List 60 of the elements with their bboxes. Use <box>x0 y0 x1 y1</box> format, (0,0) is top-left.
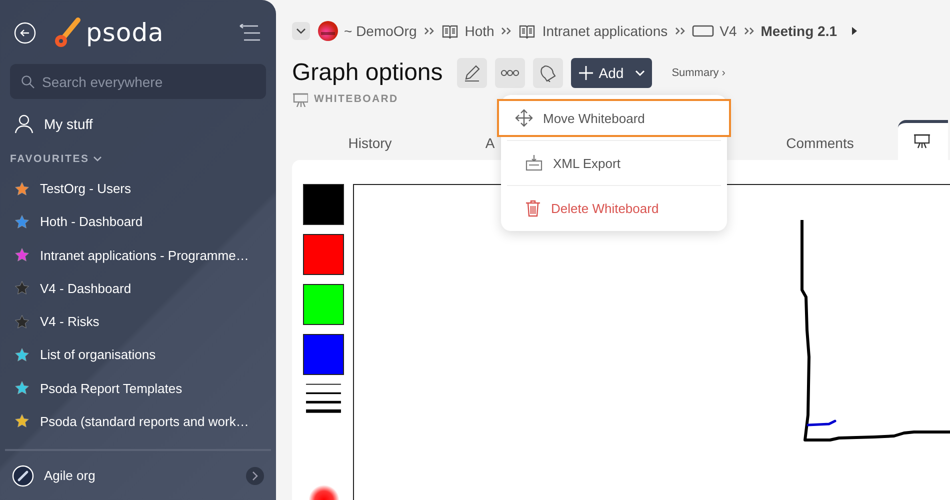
tab[interactable]: History <box>292 126 448 160</box>
collapse-button[interactable] <box>292 22 310 40</box>
separator-icon <box>674 26 686 36</box>
user-icon <box>14 114 34 134</box>
chevron-icon <box>93 156 102 162</box>
more-icon <box>500 69 520 77</box>
favourite-item[interactable]: Psoda (standard reports and work… <box>10 404 266 438</box>
expand-button[interactable] <box>246 466 264 485</box>
move-icon <box>515 109 533 127</box>
whiteboard-icon <box>292 91 308 107</box>
tab[interactable]: Comments <box>742 126 898 160</box>
trash-icon <box>525 199 541 217</box>
favourite-item[interactable]: Hoth - Dashboard <box>10 205 266 239</box>
separator-icon <box>422 26 435 36</box>
breadcrumb-link[interactable]: V4 <box>720 23 737 39</box>
summary-link[interactable]: Summary › <box>672 67 726 79</box>
color-swatch[interactable] <box>303 234 344 275</box>
chevron-icon <box>251 470 259 481</box>
color-swatch[interactable] <box>303 184 344 225</box>
favourite-item[interactable]: Intranet applications - Programme… <box>10 238 266 272</box>
chevron-icon <box>634 69 646 77</box>
search-field[interactable]: Search everywhere <box>10 64 266 100</box>
edit-button[interactable] <box>456 58 487 88</box>
bell-icon <box>538 64 557 82</box>
favourite-item[interactable]: V4 - Risks <box>10 305 266 338</box>
favourite-item[interactable]: Psoda Report Templates <box>10 372 266 405</box>
line-width-icon[interactable] <box>303 383 344 414</box>
favourite-item[interactable]: TestOrg - Users <box>10 172 266 206</box>
breadcrumb-link[interactable]: Intranet applications <box>542 23 668 39</box>
pencil-icon <box>462 64 481 82</box>
add-button[interactable]: Add <box>570 58 652 88</box>
more-button[interactable] <box>494 58 525 88</box>
book-icon <box>440 23 459 39</box>
page-title: Graph options <box>292 59 443 87</box>
logo-icon <box>52 16 82 49</box>
page-type-label: WHITEBOARD <box>314 93 398 105</box>
book-icon <box>518 23 536 39</box>
favourite-item[interactable]: List of organisations <box>10 338 266 372</box>
caret-icon <box>849 26 860 36</box>
avatar <box>318 21 338 41</box>
favourite-item[interactable]: V4 - Dashboard <box>10 272 266 306</box>
bell-button[interactable] <box>532 58 563 88</box>
menu-item[interactable]: Move Whiteboard <box>497 99 731 137</box>
whiteboard-tab[interactable] <box>898 120 948 160</box>
back-icon[interactable] <box>14 22 36 44</box>
chevron-icon <box>296 28 306 34</box>
favourites-header[interactable]: FAVOURITES <box>10 149 266 169</box>
breadcrumb-link[interactable]: Hoth <box>464 23 494 39</box>
download-icon <box>525 154 543 172</box>
plus-icon <box>576 64 595 82</box>
breadcrumb-link[interactable]: ~ DemoOrg <box>344 23 417 39</box>
separator-icon <box>742 26 755 36</box>
logo: psoda <box>86 18 164 48</box>
my-stuff-link[interactable]: My stuff <box>10 107 266 140</box>
organisation-link[interactable]: Agile org <box>44 468 96 484</box>
separator-icon <box>500 26 512 36</box>
breadcrumb-link[interactable]: Meeting 2.1 <box>760 23 838 39</box>
color-swatch[interactable] <box>303 334 344 375</box>
color-swatch[interactable] <box>303 284 344 325</box>
card-icon <box>692 24 714 38</box>
